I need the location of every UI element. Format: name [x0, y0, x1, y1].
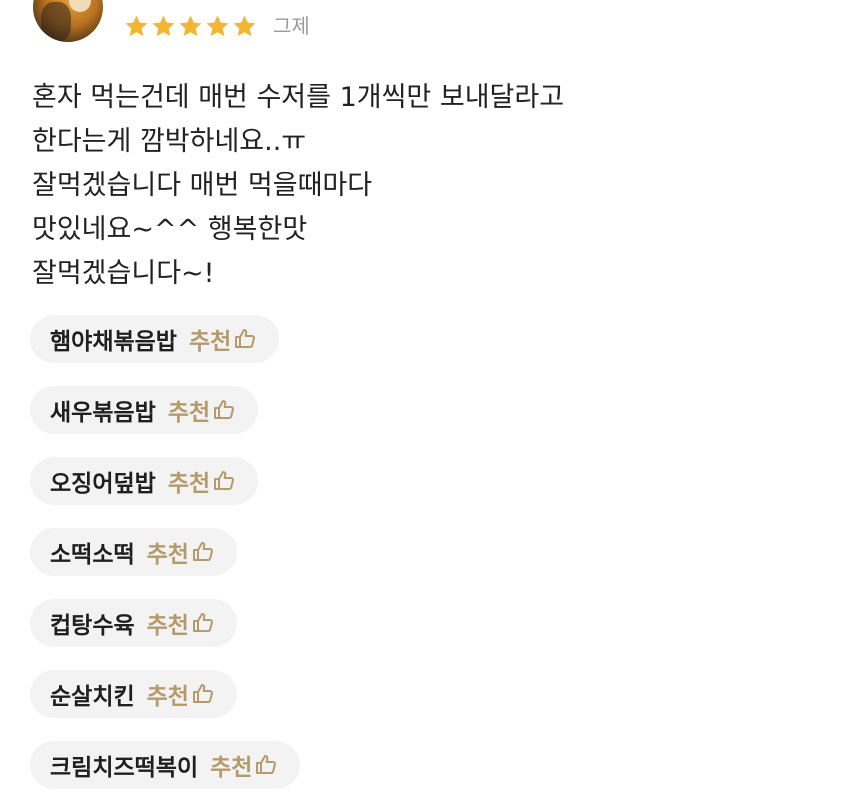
- review-text: 혼자 먹는건데 매번 수저를 1개씩만 보내달라고 한다는게 깜박하네요..ㅠ …: [32, 76, 812, 296]
- menu-name: 순살치킨: [50, 684, 135, 710]
- avatar-face: [69, 0, 91, 12]
- menu-chip[interactable]: 새우볶음밥 추천: [30, 386, 259, 434]
- avatar-shade: [41, 2, 71, 42]
- star-icon: [123, 13, 150, 40]
- thumbs-up-icon: [212, 398, 236, 422]
- menu-name: 새우볶음밥: [50, 400, 156, 426]
- menu-chip[interactable]: 컵탕수육 추천: [30, 599, 237, 647]
- star-icon: [231, 13, 258, 40]
- menu-chip[interactable]: 햄야채볶음밥 추천: [30, 315, 280, 363]
- menu-chip[interactable]: 소떡소떡 추천: [30, 528, 237, 576]
- review-line: 잘먹겠습니다~!: [32, 258, 215, 289]
- menu-name: 햄야채볶음밥: [50, 329, 177, 355]
- review-line: 한다는게 깜박하네요..ㅠ: [32, 126, 307, 157]
- recommend-label: 추천: [146, 613, 189, 639]
- review-line: 혼자 먹는건데 매번 수저를 1개씩만 보내달라고: [32, 82, 565, 113]
- avatar[interactable]: [33, 0, 103, 42]
- menu-name: 오징어덮밥: [50, 471, 156, 497]
- thumbs-up-icon: [212, 469, 236, 493]
- thumbs-up-icon: [191, 682, 215, 706]
- star-icon: [150, 13, 177, 40]
- menu-name: 소떡소떡: [50, 542, 135, 568]
- recommend-label: 추천: [146, 684, 189, 710]
- recommend-label: 추천: [210, 755, 253, 781]
- menu-chip[interactable]: 오징어덮밥 추천: [30, 457, 259, 505]
- review-line: 맛있네요~^^ 행복한맛: [32, 214, 308, 245]
- menu-name: 크림치즈떡복이: [50, 755, 199, 781]
- review-header: 그제: [0, 0, 850, 48]
- review-date: 그제: [273, 14, 310, 38]
- thumbs-up-icon: [191, 611, 215, 635]
- menu-name: 컵탕수육: [50, 613, 135, 639]
- recommend-label: 추천: [146, 542, 189, 568]
- star-rating: [123, 11, 258, 41]
- review-line: 잘먹겠습니다 매번 먹을때마다: [32, 170, 373, 201]
- thumbs-up-icon: [233, 327, 257, 351]
- menu-chip[interactable]: 크림치즈떡복이 추천: [30, 741, 301, 789]
- recommend-label: 추천: [167, 400, 211, 426]
- star-icon: [204, 13, 231, 40]
- star-icon: [177, 13, 204, 40]
- recommend-label: 추천: [167, 471, 211, 497]
- thumbs-up-icon: [254, 753, 278, 777]
- menu-chip[interactable]: 순살치킨 추천: [30, 670, 237, 718]
- recommended-menu-list: 햄야채볶음밥 추천 새우볶음밥 추천 오징어덮밥 추천 소떡소떡 추천 컵탕수육…: [30, 315, 301, 812]
- thumbs-up-icon: [191, 540, 215, 564]
- recommend-label: 추천: [188, 329, 232, 355]
